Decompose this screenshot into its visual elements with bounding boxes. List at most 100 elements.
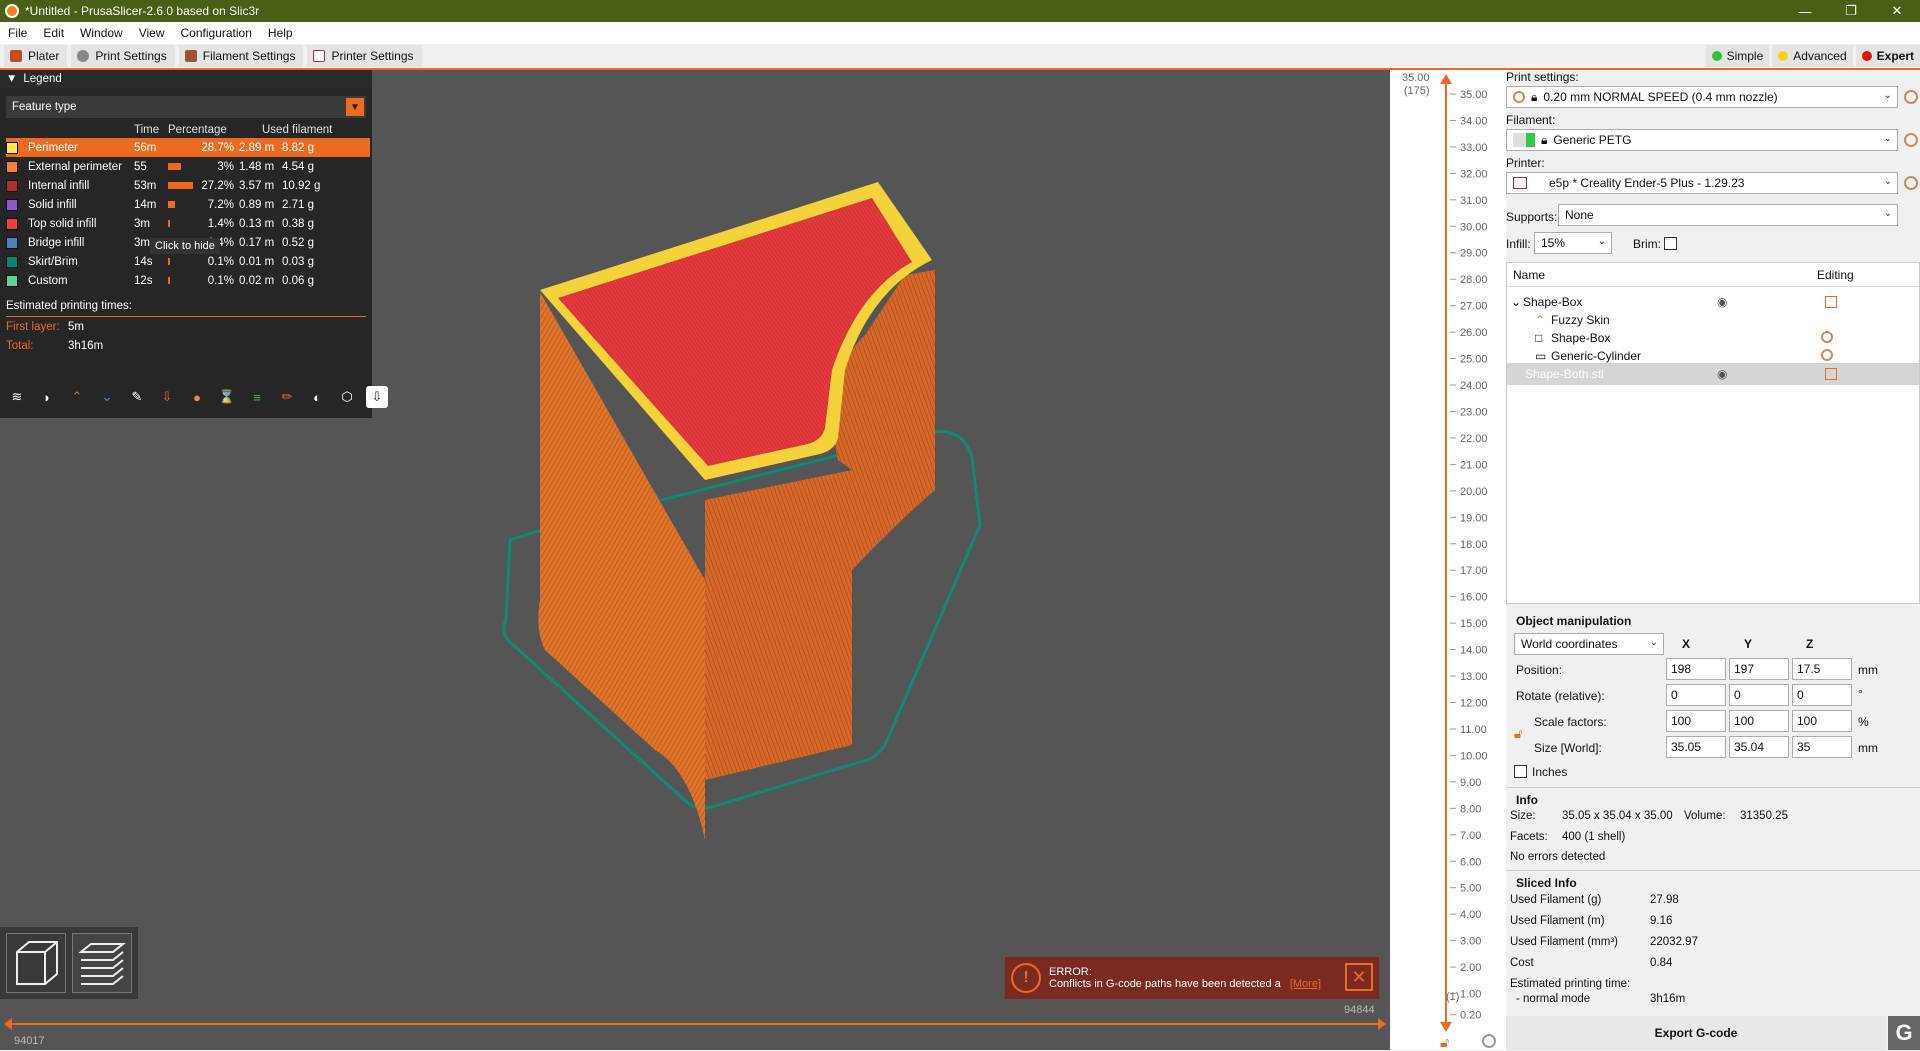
seams-icon[interactable]: ✎ — [126, 386, 148, 408]
legend-row[interactable]: External perimeter 55 3% 1.48 m 4.54 g — [6, 157, 370, 176]
layer-tick-label: 28.00 — [1460, 274, 1488, 286]
mode-expert[interactable]: Expert — [1855, 45, 1920, 67]
coordinates-combo[interactable]: World coordinates ⌄ — [1514, 633, 1664, 655]
filament-combo[interactable]: 🔒︎ Generic PETG ⌄ — [1506, 129, 1898, 151]
menu-configuration[interactable]: Configuration — [173, 26, 260, 40]
size-z-input[interactable]: 35 — [1792, 736, 1852, 758]
rotate-y-input[interactable]: 0 — [1729, 684, 1789, 706]
supports-combo[interactable]: None ⌄ — [1558, 204, 1898, 226]
legend-row[interactable]: Custom 12s 0.1% 0.02 m 0.06 g — [6, 271, 370, 290]
supports-label: Supports: — [1506, 210, 1558, 224]
feature-weight: 0.52 g — [282, 236, 314, 249]
unlock-scale-icon[interactable]: 🔓︎ — [1514, 726, 1522, 742]
legend-row[interactable]: Top solid infill 3m 1.4% 0.13 m 0.38 g — [6, 214, 370, 233]
horizontal-slider[interactable] — [0, 1016, 1390, 1050]
object-row-shape-both[interactable]: Shape-Both.stl ◉ — [1507, 363, 1919, 385]
print-settings-combo[interactable]: 🔒︎ 0.20 mm NORMAL SPEED (0.4 mm nozzle) … — [1506, 86, 1898, 108]
feature-percentage: 7.2% — [207, 198, 234, 211]
position-unit: mm — [1858, 663, 1878, 677]
first-layer-row: First layer: 5m — [0, 317, 372, 336]
total-row: Total: 3h16m — [0, 336, 372, 355]
legend-row[interactable]: Skirt/Brim 14s 0.1% 0.01 m 0.03 g — [6, 252, 370, 271]
scale-y-input[interactable]: 100 — [1729, 710, 1789, 732]
print-settings-gear-icon[interactable] — [1904, 90, 1918, 104]
color-changes-icon[interactable]: ● — [186, 386, 208, 408]
position-y-input[interactable]: 197 — [1729, 658, 1789, 680]
mode-simple[interactable]: Simple — [1705, 45, 1770, 67]
menu-file[interactable]: File — [0, 26, 35, 40]
printer-label: Printer: — [1506, 156, 1545, 170]
info-size-value: 35.05 x 35.04 x 35.00 — [1562, 810, 1673, 822]
sliced-used-g-label: Used Filament (g) — [1510, 894, 1602, 906]
legend-row[interactable]: Internal infill 53m 27.2% 3.57 m 10.92 g — [6, 176, 370, 195]
close-notification-icon[interactable]: ✕ — [1345, 963, 1373, 991]
view-type-combo[interactable]: Feature type ▼ — [6, 96, 366, 118]
tab-print-settings[interactable]: Print Settings — [71, 45, 175, 67]
rotate-x-input[interactable]: 0 — [1666, 684, 1726, 706]
3d-view-button[interactable] — [6, 933, 66, 993]
brim-checkbox[interactable] — [1664, 237, 1677, 250]
layer-tick-label: 20.00 — [1460, 486, 1488, 498]
layer-tick-label: 35.00 — [1460, 89, 1488, 101]
preview-button[interactable] — [72, 933, 132, 993]
export-gcode-button[interactable]: Export G-code — [1506, 1016, 1886, 1050]
gcode-logo-icon[interactable]: G — [1888, 1016, 1920, 1050]
deretractions-icon[interactable]: ⌄ — [96, 386, 118, 408]
maximize-button[interactable]: ❐ — [1828, 0, 1874, 22]
3d-preview-viewport[interactable]: ▼ Legend Feature type ▼ Time Percentage … — [0, 70, 1390, 1050]
size-y-input[interactable]: 35.04 — [1729, 736, 1789, 758]
layer-tick-label: 1.00 — [1460, 989, 1481, 1001]
inches-label: Inches — [1532, 765, 1568, 779]
menu-view[interactable]: View — [131, 26, 173, 40]
scale-x-input[interactable]: 100 — [1666, 710, 1726, 732]
tool-marker-icon[interactable]: ⬡ — [336, 386, 358, 408]
filament-gear-icon[interactable] — [1904, 133, 1918, 147]
close-button[interactable]: ✕ — [1874, 0, 1920, 22]
shells-icon[interactable]: ◐ — [306, 386, 328, 408]
legend-header[interactable]: ▼ Legend — [0, 70, 372, 88]
feature-name: Internal infill — [28, 179, 90, 192]
printer-gear-icon[interactable] — [1904, 176, 1918, 190]
settings-cog-icon[interactable] — [1482, 1034, 1496, 1048]
custom-gcodes-icon[interactable]: ≡ — [246, 386, 268, 408]
wipe-icon[interactable]: ◗ — [36, 386, 58, 408]
position-z-input[interactable]: 17.5 — [1792, 658, 1852, 680]
inches-checkbox[interactable] — [1514, 765, 1527, 778]
rotate-z-input[interactable]: 0 — [1792, 684, 1852, 706]
lock-icon[interactable]: 🔓︎ — [1440, 1034, 1449, 1051]
mode-advanced[interactable]: Advanced — [1772, 45, 1853, 67]
tool-changes-icon[interactable]: ⇩ — [156, 386, 178, 408]
error-icon: ! — [1011, 963, 1041, 993]
export-toolpaths-icon[interactable]: ⇩ — [366, 386, 388, 408]
size-x-input[interactable]: 35.05 — [1666, 736, 1726, 758]
infill-combo[interactable]: 15% ⌄ — [1534, 232, 1612, 254]
part-settings-gear-icon[interactable] — [1821, 349, 1833, 361]
eye-icon[interactable]: ◉ — [1717, 367, 1727, 381]
feature-weight: 10.92 g — [282, 179, 321, 192]
center-of-gravity-icon[interactable]: ✏ — [276, 386, 298, 408]
pause-prints-icon[interactable]: ⌛ — [216, 386, 238, 408]
part-settings-gear-icon[interactable] — [1821, 331, 1833, 343]
prusaslicer-logo-icon — [5, 4, 19, 18]
error-more-link[interactable]: [More] — [1290, 978, 1321, 990]
info-errors: No errors detected — [1510, 851, 1606, 863]
minimize-button[interactable]: — — [1782, 0, 1828, 22]
menu-window[interactable]: Window — [72, 26, 131, 40]
eye-icon[interactable]: ◉ — [1717, 295, 1727, 309]
tab-printer-settings[interactable]: Printer Settings — [307, 45, 422, 67]
layer-tick-label: 3.00 — [1460, 936, 1481, 948]
travel-icon[interactable]: ≋ — [6, 386, 28, 408]
menu-help[interactable]: Help — [260, 26, 301, 40]
printer-combo[interactable]: e5p * Creality Ender-5 Plus - 1.29.23 ⌄ — [1506, 172, 1898, 194]
scale-z-input[interactable]: 100 — [1792, 710, 1852, 732]
retractions-icon[interactable]: ⌃ — [66, 386, 88, 408]
legend-row[interactable]: Solid infill 14m 7.2% 0.89 m 2.71 g — [6, 195, 370, 214]
edit-object-icon[interactable] — [1825, 368, 1837, 380]
position-x-input[interactable]: 198 — [1666, 658, 1726, 680]
vertical-layer-slider[interactable]: 35.00 (175) 35.00 34.00 33.00 32.00 31.00 30.… — [1390, 70, 1506, 1050]
edit-object-icon[interactable] — [1825, 296, 1837, 308]
legend-row[interactable]: Perimeter 56m 28.7% 2.89 m 8.82 g — [6, 138, 370, 157]
tab-filament-settings[interactable]: Filament Settings — [178, 45, 304, 67]
menu-edit[interactable]: Edit — [35, 26, 72, 40]
tab-plater[interactable]: Plater — [4, 45, 68, 67]
